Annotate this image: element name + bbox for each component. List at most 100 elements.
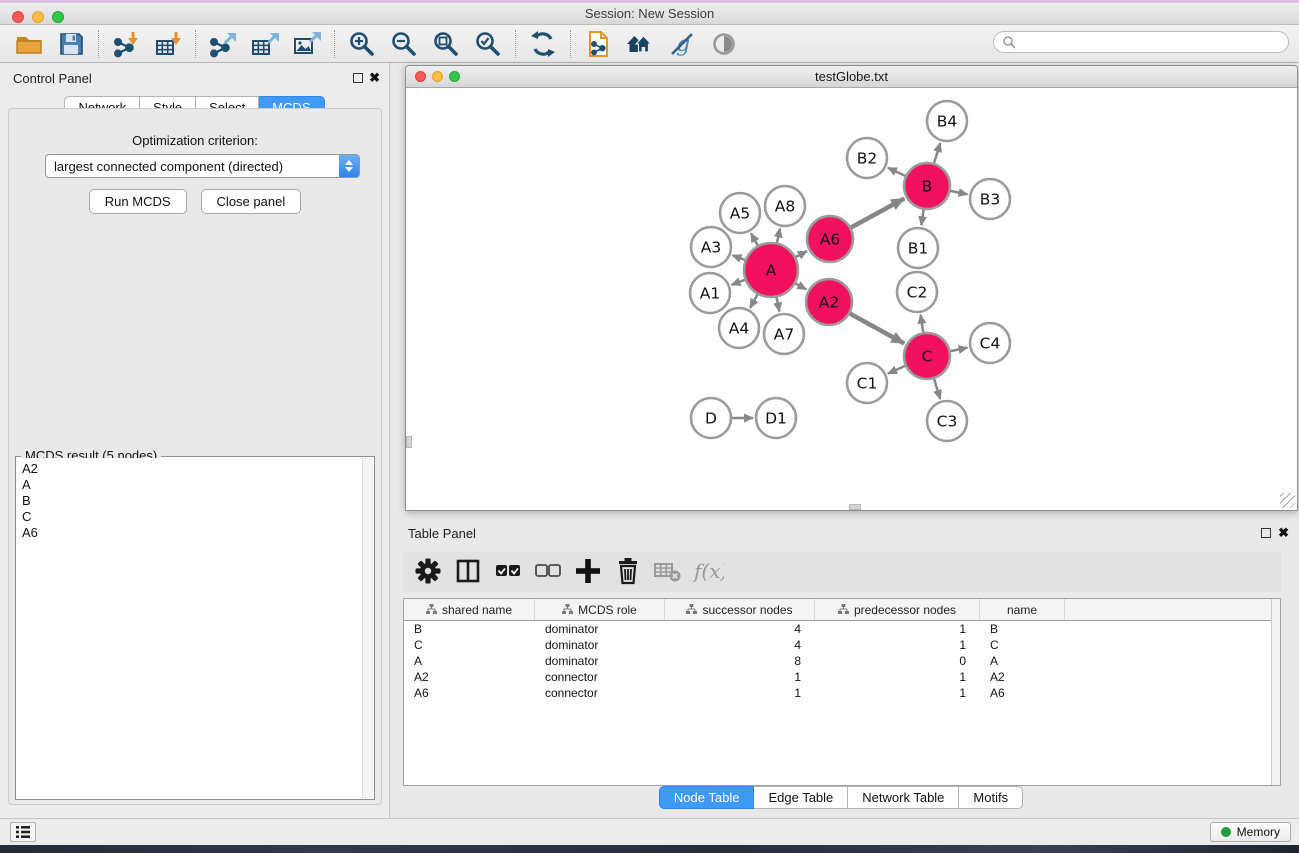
open-session-button[interactable]: [12, 28, 46, 60]
network-minimize-button[interactable]: [432, 71, 443, 82]
table-cell[interactable]: connector: [535, 685, 665, 701]
memory-button[interactable]: Memory: [1210, 822, 1291, 842]
main-titlebar[interactable]: Session: New Session: [0, 3, 1299, 25]
graph-node-A6[interactable]: A6: [807, 216, 853, 262]
edge-A-A3[interactable]: [732, 255, 744, 260]
horizontal-scroll-thumb[interactable]: [849, 504, 861, 510]
import-table-button[interactable]: [151, 28, 185, 60]
export-table-button[interactable]: [248, 28, 282, 60]
column-header-predecessor-nodes[interactable]: predecessor nodes: [815, 599, 980, 620]
table-cell[interactable]: dominator: [535, 653, 665, 669]
import-network-button[interactable]: [109, 28, 143, 60]
table-cell[interactable]: A: [980, 653, 1065, 669]
table-row[interactable]: Cdominator41C: [404, 637, 1280, 653]
select-all-columns-button[interactable]: [493, 557, 523, 587]
result-list-item[interactable]: C: [22, 509, 362, 525]
save-session-button[interactable]: [54, 28, 88, 60]
graph-node-D1[interactable]: D1: [756, 398, 796, 438]
column-header-shared-name[interactable]: shared name: [404, 599, 535, 620]
table-float-panel-icon[interactable]: [1261, 528, 1271, 538]
result-list-item[interactable]: B: [22, 493, 362, 509]
table-cell[interactable]: dominator: [535, 621, 665, 637]
graph-node-C1[interactable]: C1: [847, 363, 887, 403]
graph-node-A8[interactable]: A8: [765, 186, 805, 226]
edge-B-B1[interactable]: [921, 210, 923, 225]
edge-C-C4[interactable]: [951, 348, 968, 352]
close-panel-icon[interactable]: ✖: [369, 70, 380, 86]
table-row[interactable]: A6connector11A6: [404, 685, 1280, 701]
tab-node-table[interactable]: Node Table: [659, 786, 755, 809]
zoom-out-button[interactable]: [387, 28, 421, 60]
graph-node-A[interactable]: A: [744, 243, 798, 297]
graph-node-A2[interactable]: A2: [806, 279, 852, 325]
column-header-successor-nodes[interactable]: successor nodes: [665, 599, 815, 620]
graph-node-B1[interactable]: B1: [898, 228, 938, 268]
table-cell[interactable]: B: [404, 621, 535, 637]
column-header-MCDS-role[interactable]: MCDS role: [535, 599, 665, 620]
table-cell[interactable]: dominator: [535, 637, 665, 653]
table-cell[interactable]: C: [980, 637, 1065, 653]
edge-A-A7[interactable]: [777, 297, 780, 311]
edge-C-C1[interactable]: [888, 366, 905, 374]
window-resize-grip[interactable]: [1280, 493, 1295, 508]
optimization-criterion-dropdown[interactable]: largest connected component (directed): [45, 154, 360, 178]
refresh-view-button[interactable]: [526, 28, 560, 60]
search-input[interactable]: [1016, 35, 1280, 49]
table-cell[interactable]: A: [404, 653, 535, 669]
graph-node-C2[interactable]: C2: [897, 272, 937, 312]
table-cell[interactable]: 1: [665, 669, 815, 685]
export-image-button[interactable]: [290, 28, 324, 60]
new-network-from-selection-button[interactable]: [581, 28, 615, 60]
graph-node-A1[interactable]: A1: [690, 273, 730, 313]
network-maximize-button[interactable]: [449, 71, 460, 82]
tab-edge-table[interactable]: Edge Table: [754, 786, 848, 809]
toggle-gene-annotations-button[interactable]: g: [665, 28, 699, 60]
table-cell[interactable]: A2: [980, 669, 1065, 685]
table-cell[interactable]: A6: [404, 685, 535, 701]
run-mcds-button[interactable]: Run MCDS: [89, 189, 187, 214]
table-cell[interactable]: 8: [665, 653, 815, 669]
graph-node-A5[interactable]: A5: [720, 193, 760, 233]
table-cell[interactable]: 4: [665, 621, 815, 637]
maximize-window-button[interactable]: [52, 11, 64, 23]
table-cell[interactable]: 1: [815, 669, 980, 685]
result-list-scrollbar[interactable]: [362, 458, 373, 798]
edge-A-A2[interactable]: [796, 284, 807, 290]
export-network-button[interactable]: [206, 28, 240, 60]
edge-A6-B[interactable]: [851, 198, 904, 227]
column-header-name[interactable]: name: [980, 599, 1065, 620]
table-row[interactable]: Adominator80A: [404, 653, 1280, 669]
graph-node-C[interactable]: C: [904, 333, 950, 379]
tab-network-table[interactable]: Network Table: [848, 786, 959, 809]
table-cell[interactable]: B: [980, 621, 1065, 637]
graph-node-A3[interactable]: A3: [691, 227, 731, 267]
edge-B-B2[interactable]: [888, 168, 905, 176]
graph-node-B2[interactable]: B2: [847, 138, 887, 178]
network-close-button[interactable]: [415, 71, 426, 82]
table-close-panel-icon[interactable]: ✖: [1278, 525, 1289, 541]
add-column-button[interactable]: [573, 557, 603, 587]
search-field[interactable]: [993, 31, 1289, 53]
zoom-selected-button[interactable]: [471, 28, 505, 60]
show-hide-graphics-details-button[interactable]: [707, 28, 741, 60]
edge-A-A1[interactable]: [732, 280, 745, 285]
vertical-scroll-thumb[interactable]: [406, 436, 412, 448]
network-canvas[interactable]: AA1A2A3A4A5A6A7A8BB1B2B3B4CC1C2C3C4DD1: [406, 88, 1297, 510]
table-row[interactable]: A2connector11A2: [404, 669, 1280, 685]
table-cell[interactable]: C: [404, 637, 535, 653]
result-list-item[interactable]: A6: [22, 525, 362, 541]
task-history-button[interactable]: [10, 822, 36, 842]
minimize-window-button[interactable]: [32, 11, 44, 23]
zoom-in-button[interactable]: [345, 28, 379, 60]
result-list-item[interactable]: A2: [22, 461, 362, 477]
table-cell[interactable]: connector: [535, 669, 665, 685]
graph-node-B[interactable]: B: [904, 163, 950, 209]
edge-A2-C[interactable]: [850, 314, 904, 344]
table-cell[interactable]: 1: [665, 685, 815, 701]
edge-A-A6[interactable]: [796, 251, 807, 257]
graph-node-A7[interactable]: A7: [764, 314, 804, 354]
network-window-titlebar[interactable]: testGlobe.txt: [406, 66, 1297, 88]
network-window[interactable]: testGlobe.txt AA1A2A3A4A5A6A7A8BB1B2B3B4…: [405, 65, 1298, 511]
node-table[interactable]: shared nameMCDS rolesuccessor nodesprede…: [403, 598, 1281, 786]
deselect-all-columns-button[interactable]: [533, 557, 563, 587]
